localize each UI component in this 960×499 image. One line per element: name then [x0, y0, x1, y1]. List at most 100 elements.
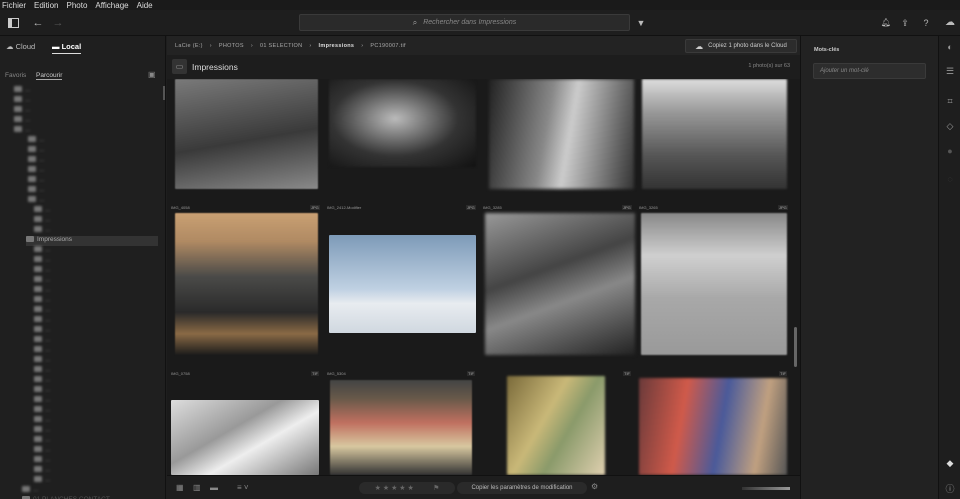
sliders-icon[interactable]: ☰ [939, 66, 960, 77]
grid-view-icon[interactable]: ▦ [176, 483, 184, 492]
forward-arrow-icon[interactable]: → [52, 10, 64, 36]
photo-thumbnail[interactable] [639, 378, 787, 475]
folder-tree-item[interactable]: ... [34, 476, 50, 486]
folder-tree-item[interactable]: ... [14, 116, 30, 126]
copy-to-cloud-button[interactable]: ☁ Copiez 1 photo dans le Cloud [685, 39, 797, 53]
eraser-icon[interactable]: ◇ [939, 121, 960, 132]
subtab-parcourir[interactable]: Parcourir [36, 72, 63, 80]
photo-thumbnail[interactable] [175, 213, 318, 355]
folder-tree-item[interactable]: ... [34, 456, 50, 466]
folder-tree-item[interactable]: ... [34, 446, 50, 456]
folder-tree-item[interactable]: ... [34, 276, 50, 286]
photo-thumbnail[interactable] [330, 380, 472, 475]
folder-add-icon[interactable]: ▣ [148, 70, 156, 79]
rating-stars[interactable]: ★ ★ ★ ★ ★ ⚑ [359, 482, 455, 494]
folder-tree-item[interactable]: ... [34, 216, 50, 226]
breadcrumb-selection[interactable]: 01 SELECTION [260, 43, 302, 49]
detail-view-icon[interactable]: ▬ [210, 483, 218, 492]
folder-tree-item[interactable]: ... [34, 246, 50, 256]
thumbnail-size-slider[interactable] [742, 487, 790, 490]
scrollbar-thumb[interactable] [794, 327, 797, 367]
breadcrumb-file[interactable]: PC190007.tif [370, 43, 405, 49]
copy-params-button[interactable]: Copier les paramètres de modification [457, 482, 587, 494]
folder-tree-item[interactable]: ... [34, 266, 50, 276]
share-icon[interactable]: ⇪ [899, 10, 911, 36]
folder-tree-item[interactable]: ... [28, 146, 44, 156]
menu-aide[interactable]: Aide [137, 1, 153, 10]
cloud-icon[interactable]: ☁ [942, 10, 958, 36]
redeye-icon[interactable]: ◌ [939, 174, 960, 184]
menu-affichage[interactable]: Affichage [95, 1, 128, 10]
edit-icon[interactable]: ◐ [939, 42, 960, 52]
filter-icon[interactable]: ▼ [635, 10, 647, 36]
folder-tree-item[interactable]: ... [34, 306, 50, 316]
photo-thumbnail[interactable] [329, 235, 476, 333]
tag-icon[interactable]: ◆ [939, 458, 960, 469]
folder-tree-item[interactable]: ... [34, 376, 50, 386]
grid-scrollbar[interactable] [792, 79, 800, 475]
folder-tree-item[interactable]: ... [34, 226, 50, 236]
folder-tree-item[interactable]: ... [34, 386, 50, 396]
photo-thumbnail[interactable] [641, 213, 787, 355]
folder-tree-item[interactable]: ... [22, 486, 38, 496]
help-icon[interactable]: ? [920, 10, 932, 36]
folder-tree-item[interactable]: ... [34, 426, 50, 436]
tab-cloud[interactable]: ☁ Cloud [6, 42, 35, 51]
folder-label: ... [39, 166, 45, 173]
folder-tree-item[interactable]: ... [34, 316, 50, 326]
gear-icon[interactable]: ⚙ [591, 482, 598, 491]
folder-tree-item[interactable]: ... [34, 466, 50, 476]
folder-tree-item[interactable]: ... [34, 366, 50, 376]
menu-photo[interactable]: Photo [66, 1, 87, 10]
folder-tree-item[interactable]: ... [28, 136, 44, 146]
tree-scrollbar[interactable] [163, 86, 165, 100]
breadcrumb-impressions[interactable]: Impressions [319, 43, 355, 49]
photo-thumbnail[interactable] [642, 79, 787, 189]
back-arrow-icon[interactable]: ← [32, 10, 44, 36]
mask-icon[interactable]: ● [939, 146, 960, 156]
photo-thumbnail[interactable] [485, 213, 635, 355]
keyword-input[interactable]: Ajouter un mot-clé [813, 63, 926, 79]
crop-icon[interactable]: ⌗ [939, 96, 960, 107]
subtab-favoris[interactable]: Favoris [5, 72, 26, 79]
folder-tree-item[interactable]: ... [34, 396, 50, 406]
bell-icon[interactable]: 🔔︎ [880, 10, 892, 36]
folder-tree-item[interactable]: ... [14, 106, 30, 116]
folder-tree-item[interactable]: ... [14, 86, 30, 96]
menu-fichier[interactable]: Fichier [2, 1, 26, 10]
folder-tree-item[interactable]: ... [34, 406, 50, 416]
square-grid-icon[interactable]: ▥ [193, 483, 201, 492]
info-icon[interactable]: ⓘ [939, 482, 960, 495]
folder-tree-item[interactable]: ... [14, 96, 30, 106]
folder-tree-item[interactable]: ... [34, 326, 50, 336]
sort-icon[interactable]: ≡ ˅ [237, 483, 249, 492]
folder-tree-item[interactable]: ... [34, 416, 50, 426]
breadcrumb-drive[interactable]: LaCie (E:) [175, 43, 203, 49]
breadcrumb-photos[interactable]: PHOTOS [219, 43, 244, 49]
folder-tree-item[interactable]: Impressions [26, 236, 158, 246]
menu-edition[interactable]: Edition [34, 1, 58, 10]
folder-tree-item[interactable]: ... [34, 256, 50, 266]
folder-tree-item[interactable]: ... [28, 186, 44, 196]
folder-tree-item[interactable]: ... [34, 286, 50, 296]
folder-tree-item[interactable]: ... [34, 346, 50, 356]
folder-tree-item[interactable]: ... [34, 336, 50, 346]
photo-thumbnail[interactable] [489, 79, 634, 189]
folder-tree-item[interactable]: ... [28, 196, 44, 206]
flag-icon[interactable]: ⚑ [433, 484, 439, 492]
folder-tree-item[interactable]: ... [28, 156, 44, 166]
photo-thumbnail[interactable] [507, 376, 605, 475]
photo-thumbnail[interactable] [329, 79, 476, 167]
folder-tree-item[interactable]: ... [34, 356, 50, 366]
folder-tree-item[interactable]: ... [28, 176, 44, 186]
search-input[interactable]: ⌕ Rechercher dans Impressions [299, 14, 630, 31]
folder-tree-item[interactable]: ... [28, 166, 44, 176]
folder-tree-item[interactable]: ... [14, 126, 30, 136]
folder-tree-item[interactable]: ... [34, 296, 50, 306]
folder-tree-item[interactable]: ... [34, 436, 50, 446]
toggle-panel-icon[interactable] [6, 10, 20, 38]
photo-thumbnail[interactable] [175, 79, 318, 189]
folder-tree-item[interactable]: ... [34, 206, 50, 216]
tab-local[interactable]: ▬ Local [52, 42, 82, 54]
photo-thumbnail[interactable] [171, 400, 319, 475]
